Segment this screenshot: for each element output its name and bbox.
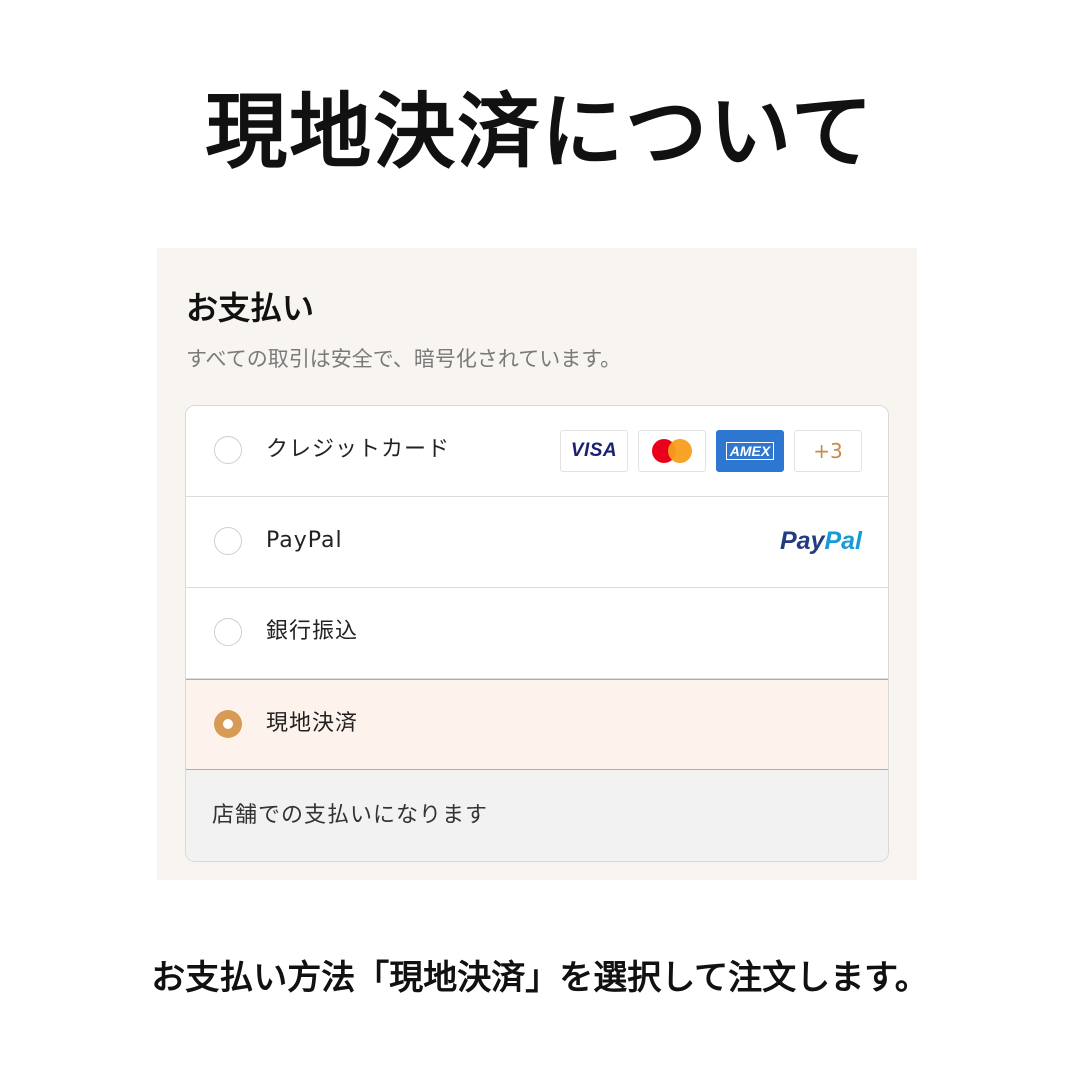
- mastercard-logo: [638, 430, 706, 472]
- payment-option-bank-transfer[interactable]: 銀行振込: [186, 588, 888, 679]
- more-cards-badge: +3: [794, 430, 862, 472]
- option-label-local-payment: 現地決済: [266, 711, 359, 736]
- radio-local-payment[interactable]: [214, 710, 242, 738]
- page-caption: お支払い方法「現地決済」を選択して注文します。: [151, 958, 929, 998]
- payment-options-list: クレジットカード VISA AMEX +3 PayPal PayPal 銀行振込…: [185, 405, 889, 862]
- radio-paypal[interactable]: [214, 527, 242, 555]
- paypal-logo-pal: Pal: [824, 527, 862, 555]
- payment-panel: お支払い すべての取引は安全で、暗号化されています。 クレジットカード VISA…: [157, 248, 917, 880]
- visa-logo: VISA: [560, 430, 628, 472]
- mastercard-circles-icon: [652, 439, 692, 463]
- payment-option-paypal[interactable]: PayPal PayPal: [186, 497, 888, 588]
- option-label-paypal: PayPal: [266, 528, 343, 553]
- visa-logo-text: VISA: [570, 440, 618, 461]
- payment-title: お支払い: [186, 289, 315, 327]
- local-payment-info: 店舗での支払いになります: [186, 770, 888, 861]
- amex-logo: AMEX: [716, 430, 784, 472]
- option-label-bank-transfer: 銀行振込: [266, 619, 359, 644]
- card-logos: VISA AMEX +3: [560, 430, 862, 472]
- option-label-credit-card: クレジットカード: [266, 437, 451, 462]
- amex-logo-text: AMEX: [725, 442, 775, 460]
- payment-option-credit-card[interactable]: クレジットカード VISA AMEX +3: [186, 406, 888, 497]
- page-heading: 現地決済について: [205, 85, 875, 180]
- payment-option-local-payment[interactable]: 現地決済: [186, 679, 888, 770]
- paypal-logo: PayPal: [780, 523, 862, 559]
- paypal-logo-pay: Pay: [779, 527, 825, 555]
- radio-bank-transfer[interactable]: [214, 618, 242, 646]
- more-cards-count: +3: [813, 439, 843, 463]
- local-payment-info-text: 店舗での支払いになります: [212, 803, 489, 828]
- radio-credit-card[interactable]: [214, 436, 242, 464]
- payment-subtitle: すべての取引は安全で、暗号化されています。: [186, 347, 622, 371]
